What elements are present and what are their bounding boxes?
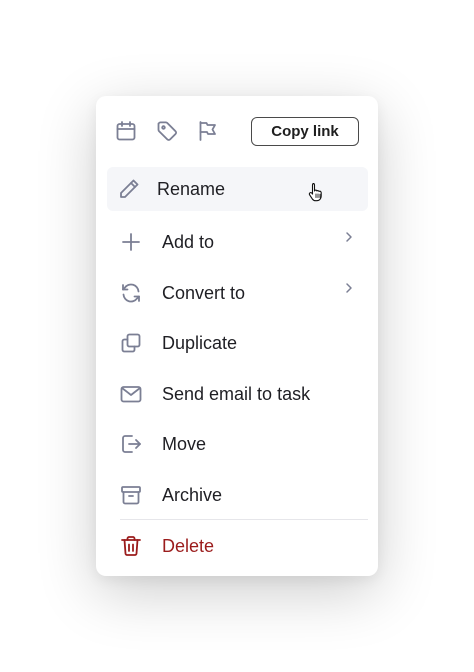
menu-item-convert-to[interactable]: Convert to: [107, 271, 367, 315]
move-icon: [119, 432, 143, 456]
email-icon: [119, 382, 143, 406]
tag-icon[interactable]: [155, 119, 179, 143]
calendar-icon[interactable]: [114, 119, 138, 143]
menu-toolbar: Copy link: [96, 96, 378, 166]
menu-divider: [120, 519, 368, 520]
context-menu: Copy link Rename Add to Convert to Dupli…: [96, 96, 378, 576]
duplicate-icon: [119, 331, 143, 355]
chevron-right-icon: [343, 230, 355, 244]
copy-link-button[interactable]: Copy link: [251, 117, 359, 146]
pencil-icon: [117, 177, 141, 201]
menu-item-label: Archive: [162, 485, 223, 505]
menu-item-label: Add to: [162, 232, 215, 252]
menu-item-duplicate[interactable]: Duplicate: [107, 321, 367, 365]
menu-item-label: Delete: [162, 536, 215, 556]
menu-item-label: Duplicate: [162, 333, 238, 353]
archive-icon: [119, 483, 143, 507]
menu-item-move[interactable]: Move: [107, 422, 367, 466]
convert-icon: [119, 281, 143, 305]
chevron-right-icon: [343, 281, 355, 295]
trash-icon: [119, 534, 143, 558]
menu-item-add-to[interactable]: Add to: [107, 220, 367, 264]
plus-icon: [119, 230, 143, 254]
menu-item-label: Convert to: [162, 283, 246, 303]
hand-cursor-icon: [308, 182, 324, 202]
menu-item-archive[interactable]: Archive: [107, 473, 367, 517]
flag-icon[interactable]: [196, 119, 220, 143]
menu-item-label: Rename: [157, 179, 226, 199]
menu-item-label: Send email to task: [162, 384, 311, 404]
menu-item-send-email[interactable]: Send email to task: [107, 372, 367, 416]
menu-item-rename[interactable]: Rename: [107, 167, 368, 211]
menu-item-delete[interactable]: Delete: [107, 524, 367, 568]
menu-item-label: Move: [162, 434, 207, 454]
